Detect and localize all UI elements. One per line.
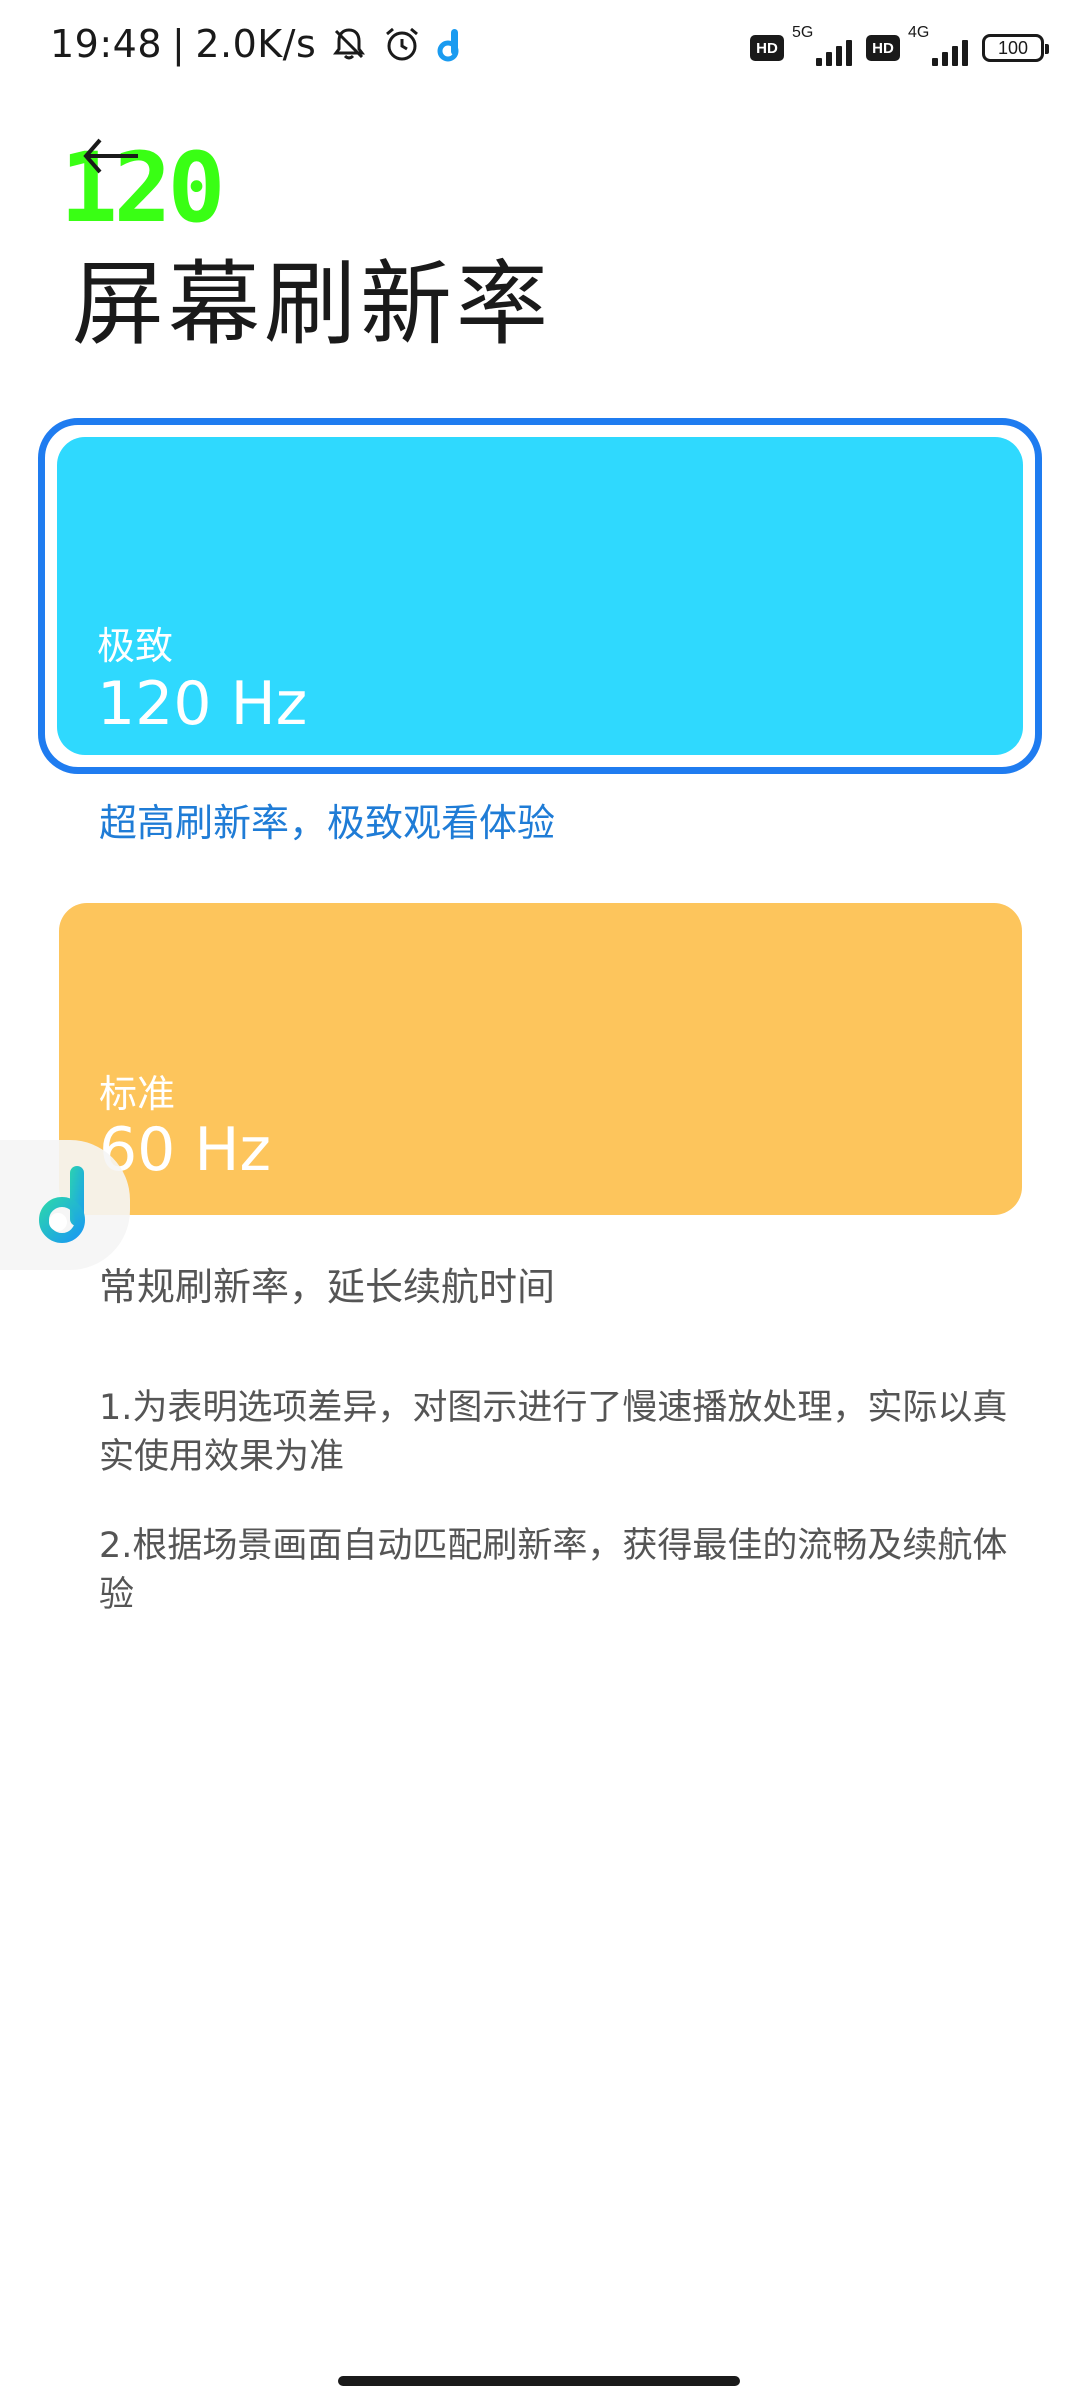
home-indicator[interactable] [338,2376,740,2386]
option-120hz-label: 极致 [97,624,174,668]
floating-assistant-button[interactable] [0,1140,130,1270]
note-2: 2.根据场景画面自动匹配刷新率，获得最佳的流畅及续航体验 [99,1526,1008,1615]
hd-badge-1: HD [750,35,784,61]
option-60hz-rate: 60 Hz [99,1115,272,1185]
option-60hz-wrapper[interactable]: 标准 60 Hz [59,903,1022,1215]
network-type-5g: 5G [792,24,814,41]
option-60hz-label: 标准 [99,1072,176,1116]
network-type-4g: 4G [908,24,930,41]
assistant-app-icon [39,1166,85,1243]
app-notification-icon [436,26,464,62]
option-60hz-description: 常规刷新率，延长续航时间 [99,1265,556,1309]
back-button[interactable] [72,126,152,186]
status-left: 19:48 | 2.0K/s [50,22,464,66]
bell-off-icon [330,25,368,63]
option-120hz-rate: 120 Hz [97,669,308,739]
status-right: HD 5G HD 4G 100 [750,24,1049,68]
alarm-icon [382,24,422,64]
signal-icon-5g: 5G [790,24,852,68]
status-separator: | [172,22,186,66]
page-title: 屏幕刷新率 [72,251,553,358]
note-1: 1.为表明选项差异，对图示进行了慢速播放处理，实际以真实使用效果为准 [99,1388,1008,1477]
status-bar: 19:48 | 2.0K/s HD 5G HD 4G 100 [0,0,1080,100]
battery-icon: 100 [982,34,1049,62]
option-120hz-description: 超高刷新率，极致观看体验 [99,801,556,845]
battery-level: 100 [997,37,1029,58]
signal-icon-4g: 4G [906,24,968,68]
option-120hz-selected-frame[interactable]: 极致 120 Hz [38,418,1042,774]
hd-badge-2: HD [866,35,900,61]
network-speed: 2.0K/s [195,22,317,66]
option-card-120hz[interactable]: 极致 120 Hz [57,437,1023,755]
option-card-60hz[interactable]: 标准 60 Hz [59,903,1022,1215]
back-arrow-icon [83,138,138,174]
status-time: 19:48 [50,22,163,66]
